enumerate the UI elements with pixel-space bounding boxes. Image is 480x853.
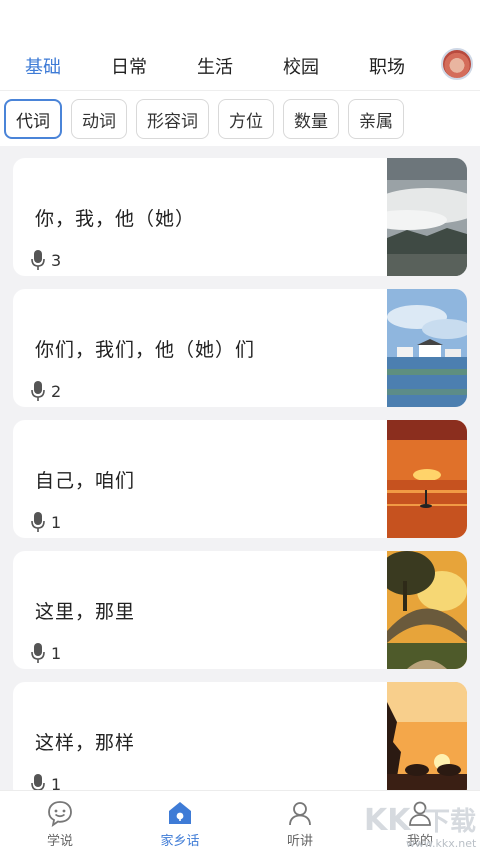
phrase-card[interactable]: 这样，那样 1 <box>13 682 467 800</box>
count-value: 2 <box>51 381 62 401</box>
tab-workplace[interactable]: 职场 <box>344 46 430 86</box>
tab-daily[interactable]: 日常 <box>86 46 172 86</box>
subcategory-bar: 代词 动词 形容词 方位 数量 亲属 <box>0 90 480 146</box>
phrase-card[interactable]: 你，我，他（她） 3 <box>13 158 467 276</box>
nav-hometown-dialect[interactable]: 家乡话 <box>120 791 240 853</box>
watermark-logo: KK 下载 www.kkx.net <box>364 803 477 850</box>
tab-basic[interactable]: 基础 <box>0 46 86 86</box>
nav-label: 听讲 <box>286 834 313 849</box>
phrase-card[interactable]: 你们，我们，他（她）们 2 <box>13 289 467 407</box>
recording-count: 1 <box>31 643 61 663</box>
nav-listen[interactable]: 听讲 <box>240 791 360 853</box>
count-value: 1 <box>51 512 62 532</box>
thumbnail-image <box>387 289 467 407</box>
thumbnail-image <box>387 682 467 792</box>
tab-campus[interactable]: 校园 <box>258 46 344 86</box>
thumbnail-image <box>387 158 467 276</box>
nav-label: 家乡话 <box>160 834 200 849</box>
nav-label: 学说 <box>46 834 73 849</box>
phrase-title: 你，我，他（她） <box>35 208 196 230</box>
svg-text:www.kkx.net: www.kkx.net <box>406 837 477 850</box>
phrase-title: 这里，那里 <box>35 601 136 623</box>
tab-life[interactable]: 生活 <box>172 46 258 86</box>
svg-text:KK: KK <box>364 803 412 838</box>
category-tabs: 基础 日常 生活 校园 职场 <box>0 46 430 86</box>
phrase-card[interactable]: 自己，咱们 1 <box>13 420 467 538</box>
recording-count: 2 <box>31 381 61 401</box>
thumbnail-image <box>387 420 467 538</box>
person-icon <box>289 802 311 826</box>
chip-relatives[interactable]: 亲属 <box>348 99 404 139</box>
recording-count: 1 <box>31 512 61 532</box>
microphone-icon <box>31 512 45 532</box>
chip-pronoun[interactable]: 代词 <box>4 99 62 139</box>
phrase-list: 你，我，他（她） 3 你们，我们，他（她）们 2 自己，咱们 1 这里，那里 1… <box>13 158 467 813</box>
phrase-card[interactable]: 这里，那里 1 <box>13 551 467 669</box>
phrase-title: 你们，我们，他（她）们 <box>35 339 256 361</box>
chip-verb[interactable]: 动词 <box>71 99 127 139</box>
count-value: 1 <box>51 643 62 663</box>
svg-text:下载: 下载 <box>424 807 476 837</box>
chip-adjective[interactable]: 形容词 <box>136 99 209 139</box>
avatar[interactable] <box>441 48 473 80</box>
chip-quantity[interactable]: 数量 <box>283 99 339 139</box>
microphone-icon <box>31 643 45 663</box>
chip-direction[interactable]: 方位 <box>218 99 274 139</box>
microphone-icon <box>31 250 45 270</box>
phrase-title: 这样，那样 <box>35 732 136 754</box>
phrase-title: 自己，咱们 <box>35 470 136 492</box>
count-value: 3 <box>51 250 62 270</box>
home-icon <box>169 802 191 824</box>
thumbnail-image <box>387 551 467 669</box>
microphone-icon <box>31 381 45 401</box>
smile-icon <box>48 801 72 827</box>
nav-learn-speak[interactable]: 学说 <box>0 791 120 853</box>
recording-count: 3 <box>31 250 61 270</box>
top-bar: 基础 日常 生活 校园 职场 <box>0 0 480 90</box>
